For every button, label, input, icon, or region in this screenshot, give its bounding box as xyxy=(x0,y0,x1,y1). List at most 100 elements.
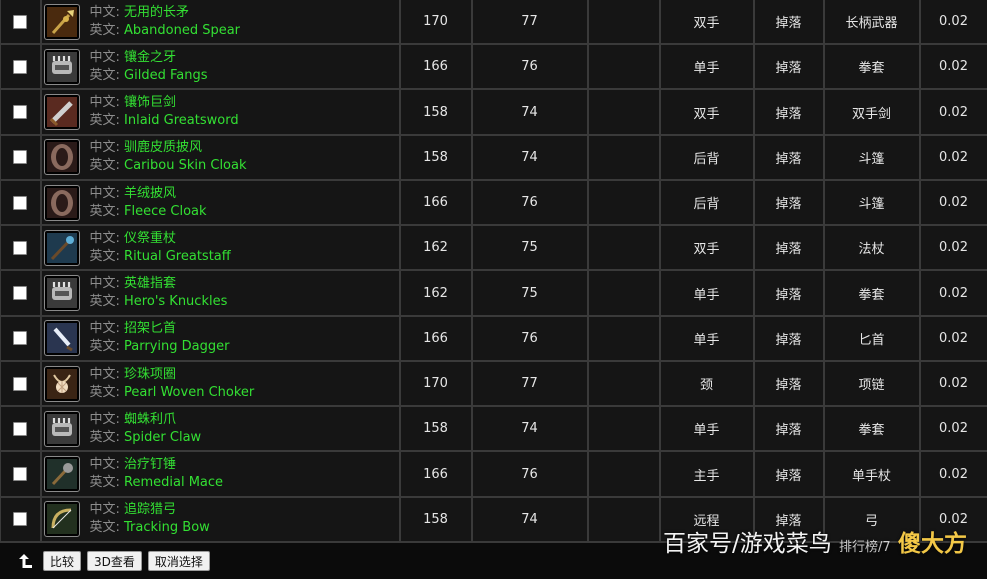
blank-cell xyxy=(587,179,661,227)
en-label: 英文: xyxy=(89,520,120,536)
compare-button[interactable]: 比较 xyxy=(43,551,82,571)
drop-rate-cell: 0.02 xyxy=(919,451,987,498)
item-name-en-link[interactable]: Ritual Greatstaff xyxy=(124,249,231,264)
row-checkbox[interactable] xyxy=(13,195,28,210)
type-cell: 法杖 xyxy=(823,225,921,272)
drop-rate-cell: 0.02 xyxy=(919,179,987,227)
item-row[interactable]: 中文: 招架匕首 英文: Parrying Dagger 166 76 单手 掉落 匕首 0.… xyxy=(0,315,987,362)
item-name-zh-link[interactable]: 招架匕首 xyxy=(124,321,176,336)
required-level-cell: 76 xyxy=(471,315,589,362)
item-name-en-link[interactable]: Caribou Skin Cloak xyxy=(124,158,246,173)
item-level-cell: 158 xyxy=(399,89,473,136)
fist-weapon-icon[interactable] xyxy=(43,410,80,447)
item-row[interactable]: 中文: 治疗钉锤 英文: Remedial Mace 166 76 主手 掉落 单手杖 0.0… xyxy=(0,451,987,498)
zh-label: 中文: xyxy=(89,4,120,20)
blank-cell xyxy=(587,496,661,544)
row-checkbox[interactable] xyxy=(13,240,28,255)
type-cell: 斗篷 xyxy=(823,134,921,181)
dagger-icon[interactable] xyxy=(43,320,80,357)
cloak-icon[interactable] xyxy=(43,184,80,221)
type-cell: 拳套 xyxy=(823,406,921,453)
item-name-zh-link[interactable]: 蜘蛛利爪 xyxy=(124,412,176,427)
item-name-zh-link[interactable]: 追踪猎弓 xyxy=(124,502,176,517)
type-cell: 匕首 xyxy=(823,315,921,362)
row-checkbox[interactable] xyxy=(13,421,28,436)
required-level-cell: 74 xyxy=(471,496,589,544)
return-arrow-icon[interactable] xyxy=(15,550,37,572)
row-checkbox[interactable] xyxy=(13,286,28,301)
greatsword-icon[interactable] xyxy=(43,94,80,131)
item-row[interactable]: 中文: 无用的长矛 英文: Abandoned Spear 170 77 双手 掉落 长柄武… xyxy=(0,0,987,46)
bow-icon[interactable] xyxy=(43,501,80,538)
fist-weapon-icon[interactable] xyxy=(43,275,80,312)
item-name-en-link[interactable]: Abandoned Spear xyxy=(124,23,240,38)
item-name-cell: 中文: 仪祭重杖 英文: Ritual Greatstaff xyxy=(40,225,401,272)
item-name-en-link[interactable]: Remedial Mace xyxy=(124,475,223,490)
drop-rate-cell: 0.02 xyxy=(919,360,987,408)
view-3d-button[interactable]: 3D查看 xyxy=(87,551,142,571)
blank-cell xyxy=(587,134,661,181)
blank-cell xyxy=(587,406,661,453)
item-name-en-link[interactable]: Tracking Bow xyxy=(124,520,210,535)
required-level-cell: 74 xyxy=(471,89,589,136)
en-label: 英文: xyxy=(89,294,120,310)
required-level-cell: 75 xyxy=(471,225,589,272)
item-row[interactable]: 中文: 仪祭重杖 英文: Ritual Greatstaff 162 75 双手 掉落 法杖… xyxy=(0,225,987,272)
row-select-cell xyxy=(0,179,42,227)
item-row[interactable]: 中文: 驯鹿皮质披风 英文: Caribou Skin Cloak 158 74 后背掉… xyxy=(0,134,987,181)
staff-icon[interactable] xyxy=(43,229,80,266)
item-name-en-link[interactable]: Parrying Dagger xyxy=(124,339,229,354)
drop-rate-cell: 0.02 xyxy=(919,315,987,362)
item-name-en-link[interactable]: Inlaid Greatsword xyxy=(124,113,239,128)
spear-icon[interactable] xyxy=(43,3,80,40)
zh-label: 中文: xyxy=(89,185,120,201)
item-name-en-link[interactable]: Fleece Cloak xyxy=(124,204,207,219)
zh-label: 中文: xyxy=(89,230,120,246)
item-name-zh-link[interactable]: 珍珠项圈 xyxy=(124,367,176,382)
item-name-zh-link[interactable]: 仪祭重杖 xyxy=(124,231,176,246)
row-select-cell xyxy=(0,496,42,544)
item-row[interactable]: 中文: 珍珠项圈 英文: Pearl Woven Choker 170 77 颈掉落 项链… xyxy=(0,360,987,408)
source-cell: 掉落 xyxy=(753,451,825,498)
item-name-zh-link[interactable]: 治疗钉锤 xyxy=(124,457,176,472)
item-row[interactable]: 中文: 镶金之牙 英文: Gilded Fangs 166 76 单手 掉落 拳套 0.02 xyxy=(0,44,987,91)
row-select-cell xyxy=(0,44,42,91)
item-row[interactable]: 中文: 镶饰巨剑 英文: Inlaid Greatsword 158 74 双手 掉落 双手… xyxy=(0,89,987,136)
item-name-en-link[interactable]: Gilded Fangs xyxy=(124,68,207,83)
mace-icon[interactable] xyxy=(43,456,80,493)
item-name-en-link[interactable]: Spider Claw xyxy=(124,430,201,445)
item-row[interactable]: 中文: 羊绒披风 英文: Fleece Cloak 166 76 后背 掉落 斗篷 0.02 xyxy=(0,179,987,227)
cancel-selection-button[interactable]: 取消选择 xyxy=(147,551,210,571)
row-checkbox[interactable] xyxy=(13,376,28,391)
slot-cell: 单手 xyxy=(659,270,755,317)
row-checkbox[interactable] xyxy=(13,105,28,120)
item-row[interactable]: 中文: 英雄指套 英文: Hero's Knuckles 162 75 单手 掉落 拳套 0.… xyxy=(0,270,987,317)
required-level-cell: 74 xyxy=(471,134,589,181)
required-level-cell: 76 xyxy=(471,451,589,498)
row-checkbox[interactable] xyxy=(13,331,28,346)
row-select-cell xyxy=(0,89,42,136)
row-checkbox[interactable] xyxy=(13,150,28,165)
cloak-icon[interactable] xyxy=(43,139,80,176)
item-name-en-link[interactable]: Pearl Woven Choker xyxy=(124,385,254,400)
item-row[interactable]: 中文: 蜘蛛利爪 英文: Spider Claw 158 74 单手 掉落 拳套 0.02 xyxy=(0,406,987,453)
item-name-zh-link[interactable]: 英雄指套 xyxy=(124,276,176,291)
watermark-overlap-text: 排行榜/7 xyxy=(839,540,891,555)
en-label: 英文: xyxy=(89,67,120,83)
item-name-zh-link[interactable]: 镶饰巨剑 xyxy=(124,95,176,110)
row-checkbox[interactable] xyxy=(13,59,28,74)
necklace-icon[interactable] xyxy=(43,365,80,402)
drop-rate-cell: 0.02 xyxy=(919,406,987,453)
slot-cell: 主手 xyxy=(659,451,755,498)
item-name-zh-link[interactable]: 无用的长矛 xyxy=(124,5,189,20)
item-name-en-link[interactable]: Hero's Knuckles xyxy=(124,294,227,309)
drop-rate-cell: 0.02 xyxy=(919,134,987,181)
item-name-zh-link[interactable]: 镶金之牙 xyxy=(124,50,176,65)
item-name-zh-link[interactable]: 羊绒披风 xyxy=(124,186,176,201)
row-checkbox[interactable] xyxy=(13,14,28,29)
required-level-cell: 74 xyxy=(471,406,589,453)
item-name-zh-link[interactable]: 驯鹿皮质披风 xyxy=(124,140,202,155)
fist-weapon-icon[interactable] xyxy=(43,48,80,85)
row-checkbox[interactable] xyxy=(13,512,28,527)
row-checkbox[interactable] xyxy=(13,467,28,482)
